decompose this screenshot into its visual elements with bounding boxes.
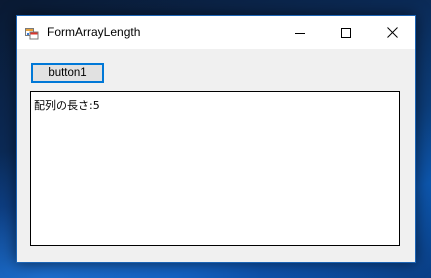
close-icon [386,23,398,42]
maximize-button[interactable] [323,16,369,49]
button1[interactable]: button1 [31,63,104,83]
output-text: 配列の長さ:5 [34,99,100,112]
form-client-area: button1 配列の長さ:5 [17,49,415,262]
minimize-icon [295,23,305,42]
application-window: FormArrayLength button1 配列の長さ:5 [16,15,416,263]
minimize-button[interactable] [277,16,323,49]
winforms-app-icon [25,25,39,40]
maximize-icon [341,23,351,42]
close-button[interactable] [369,16,415,49]
title-bar[interactable]: FormArrayLength [17,16,415,49]
window-title: FormArrayLength [47,25,141,39]
output-textbox[interactable]: 配列の長さ:5 [30,91,400,246]
